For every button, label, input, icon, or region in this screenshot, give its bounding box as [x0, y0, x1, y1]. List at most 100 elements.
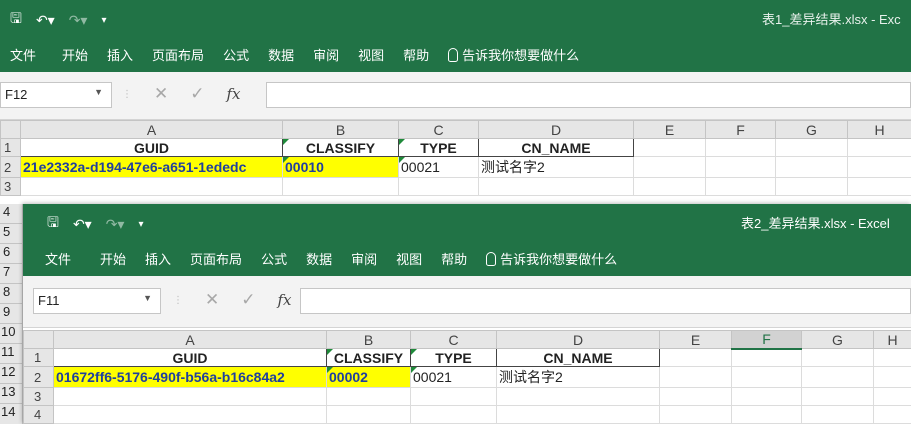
insert-function-icon[interactable]: fx: [278, 291, 292, 309]
tab-review[interactable]: 审阅: [351, 249, 377, 268]
cell[interactable]: [731, 405, 802, 424]
formula-input[interactable]: [300, 288, 911, 314]
col-header-f[interactable]: F: [731, 330, 802, 350]
col-header-g[interactable]: G: [775, 120, 848, 139]
cancel-icon[interactable]: ✕: [205, 290, 219, 310]
cell[interactable]: [801, 366, 874, 388]
cell-d1[interactable]: CN_NAME: [496, 348, 660, 367]
tab-formulas[interactable]: 公式: [223, 45, 249, 64]
cell[interactable]: [705, 156, 776, 178]
tab-help[interactable]: 帮助: [403, 45, 429, 64]
cell[interactable]: [775, 156, 848, 178]
col-header-h[interactable]: H: [873, 330, 911, 349]
cancel-icon[interactable]: ✕: [154, 84, 168, 104]
tab-page-layout[interactable]: 页面布局: [190, 249, 242, 268]
redo-icon[interactable]: ↷▾: [106, 216, 125, 233]
cell[interactable]: [659, 348, 732, 367]
cell[interactable]: [731, 387, 802, 406]
tab-data[interactable]: 数据: [268, 45, 294, 64]
cell[interactable]: [801, 387, 874, 406]
cell-a1[interactable]: GUID: [53, 348, 327, 367]
col-header-b[interactable]: B: [326, 330, 411, 349]
cell[interactable]: [633, 156, 706, 178]
row-header[interactable]: 4: [0, 204, 22, 224]
cell[interactable]: [847, 156, 911, 178]
cell[interactable]: [873, 366, 911, 388]
cell-c1[interactable]: TYPE: [398, 138, 479, 157]
select-all-corner[interactable]: [0, 120, 21, 139]
cell[interactable]: [496, 405, 660, 424]
tell-me-search[interactable]: 告诉我你想要做什么: [486, 249, 617, 268]
cell-b1[interactable]: CLASSIFY: [326, 348, 411, 367]
cell[interactable]: [410, 405, 497, 424]
cell[interactable]: [633, 138, 706, 157]
tab-home[interactable]: 开始: [62, 45, 88, 64]
cell-d2[interactable]: 测试名字2: [478, 156, 634, 178]
cell[interactable]: [398, 177, 479, 196]
col-header-g[interactable]: G: [801, 330, 874, 349]
col-header-h[interactable]: H: [847, 120, 911, 139]
row-header[interactable]: 4: [23, 405, 54, 424]
cell[interactable]: [705, 177, 776, 196]
col-header-c[interactable]: C: [398, 120, 479, 139]
row-header[interactable]: 1: [23, 348, 54, 367]
cell[interactable]: [847, 177, 911, 196]
tab-file[interactable]: 文件: [10, 45, 36, 64]
cell-a2[interactable]: 21e2332a-d194-47e6-a651-1ededc: [20, 156, 283, 178]
cell-b1[interactable]: CLASSIFY: [282, 138, 399, 157]
save-icon[interactable]: 🖫: [47, 212, 59, 236]
cell[interactable]: [20, 177, 283, 196]
col-header-e[interactable]: E: [633, 120, 706, 139]
row-header[interactable]: 5: [0, 224, 22, 244]
cell-b2[interactable]: 00010: [282, 156, 399, 178]
cell[interactable]: [478, 177, 634, 196]
cell[interactable]: [731, 348, 802, 367]
cell-a1[interactable]: GUID: [20, 138, 283, 157]
customize-icon[interactable]: ▾: [138, 219, 143, 230]
cell[interactable]: [410, 387, 497, 406]
cell[interactable]: [659, 387, 732, 406]
cell[interactable]: [847, 138, 911, 157]
cell-b2[interactable]: 00002: [326, 366, 411, 388]
row-header[interactable]: 10: [0, 324, 22, 344]
cell-c2[interactable]: 00021: [410, 366, 497, 388]
cell[interactable]: [326, 387, 411, 406]
cell-c2[interactable]: 00021: [398, 156, 479, 178]
enter-icon[interactable]: ✓: [190, 84, 204, 104]
tab-view[interactable]: 视图: [358, 45, 384, 64]
enter-icon[interactable]: ✓: [241, 290, 255, 310]
row-header[interactable]: 12: [0, 364, 22, 384]
col-header-e[interactable]: E: [659, 330, 732, 349]
tab-home[interactable]: 开始: [100, 249, 126, 268]
drag-handle-icon[interactable]: ⋮: [173, 295, 183, 306]
name-box[interactable]: F12 ▼: [0, 82, 112, 108]
formula-input[interactable]: [266, 82, 911, 108]
cell[interactable]: [496, 387, 660, 406]
row-header[interactable]: 7: [0, 264, 22, 284]
cell[interactable]: [659, 366, 732, 388]
undo-icon[interactable]: ↶▾: [73, 216, 92, 233]
row-header[interactable]: 2: [0, 156, 21, 178]
col-header-a[interactable]: A: [20, 120, 283, 139]
cell-a2[interactable]: 01672ff6-5176-490f-b56a-b16c84a2: [53, 366, 327, 388]
name-box[interactable]: F11 ▼: [33, 288, 161, 314]
save-icon[interactable]: 🖫: [10, 8, 22, 32]
cell[interactable]: [633, 177, 706, 196]
cell[interactable]: [873, 405, 911, 424]
tab-view[interactable]: 视图: [396, 249, 422, 268]
col-header-b[interactable]: B: [282, 120, 399, 139]
cell[interactable]: [53, 405, 327, 424]
cell-c1[interactable]: TYPE: [410, 348, 497, 367]
cell-d2[interactable]: 测试名字2: [496, 366, 660, 388]
tab-insert[interactable]: 插入: [107, 45, 133, 64]
cell[interactable]: [775, 138, 848, 157]
row-header[interactable]: 11: [0, 344, 22, 364]
cell[interactable]: [731, 366, 802, 388]
row-header[interactable]: 1: [0, 138, 21, 157]
select-all-corner[interactable]: [23, 330, 54, 349]
row-header[interactable]: 3: [23, 387, 54, 406]
cell[interactable]: [705, 138, 776, 157]
tab-review[interactable]: 审阅: [313, 45, 339, 64]
cell[interactable]: [775, 177, 848, 196]
row-header[interactable]: 14: [0, 404, 22, 424]
